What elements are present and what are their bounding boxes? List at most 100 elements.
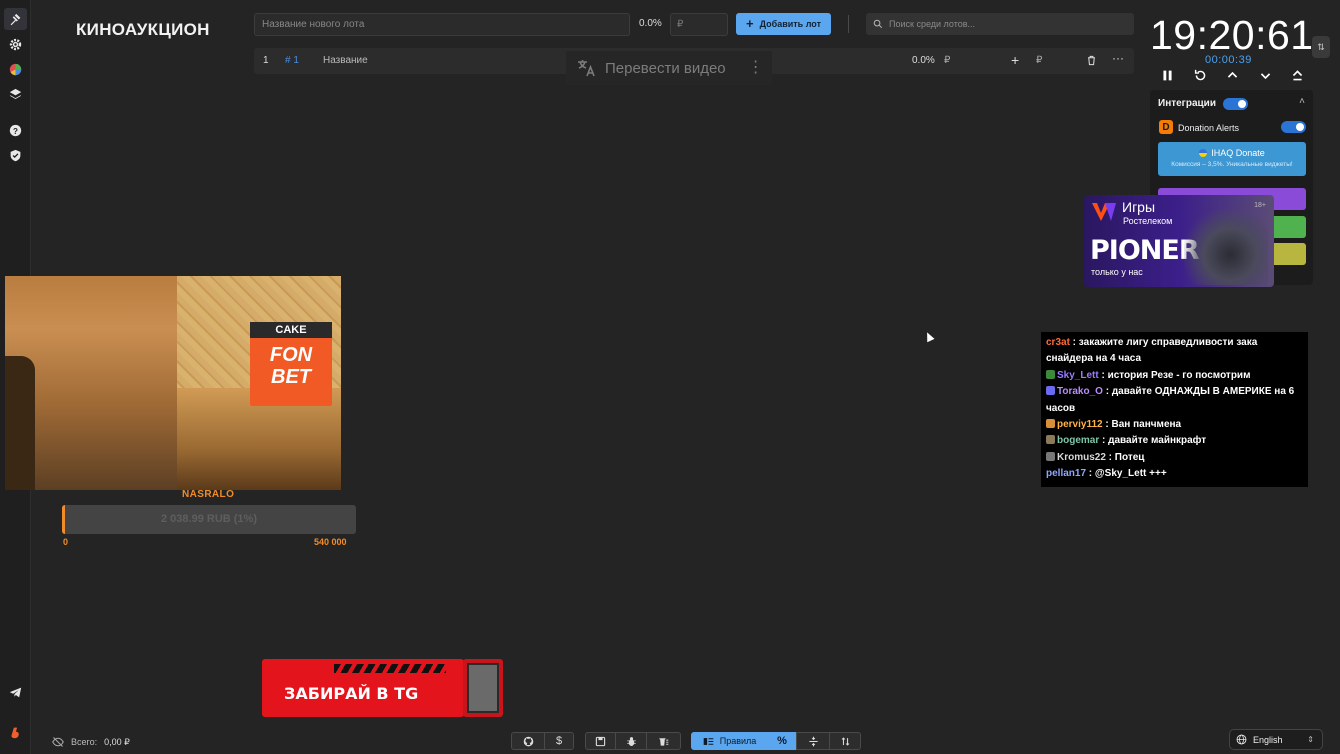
ihaq-donate-subtitle: Комиссия – 3,5%. Уникальные виджеты! [1171,161,1293,168]
chat-text: @Sky_Lett +++ [1094,468,1167,480]
chat-message: perviy112 : Ван панчмена [1046,417,1303,433]
donate-dollar-button[interactable]: $ [544,732,574,750]
chat-message: Kromus22 : Потец [1046,450,1303,466]
chat-message: cr3at : закажите лигу справедливости зак… [1046,337,1258,365]
lot-index: 1 [263,55,269,66]
help-icon[interactable]: ? [4,119,27,141]
telegram-promo-banner[interactable]: ЗАБИРАЙ В TG [262,659,464,717]
ihaq-donate-button[interactable]: IHAQ Donate Комиссия – 3,5%. Уникальные … [1158,142,1306,176]
percent-mode-button[interactable]: % [767,732,797,750]
lot-amount-currency[interactable]: ₽ [944,55,950,66]
rules-label: Правила [719,736,757,746]
percent-icon: % [777,735,787,747]
translate-video-overlay[interactable]: Перевести видео ⋮ [566,51,772,85]
chat-username: cr3at [1046,337,1070,348]
chat-username: Kromus22 [1057,451,1106,463]
lot-percent: 0.0% [912,55,935,66]
new-lot-name-input[interactable]: Название нового лота [254,13,630,36]
ad-game-title: PIONER [1090,235,1200,266]
pause-icon[interactable] [1158,66,1176,84]
globe-icon [1236,734,1247,745]
chat-badge-icon [1046,419,1055,429]
lot-add-plus-icon[interactable]: + [1011,52,1019,68]
reset-icon[interactable] [1191,66,1209,84]
plus-icon: + [746,16,754,31]
integrations-title: Интеграции [1158,98,1216,109]
split-vertical-icon [808,736,818,746]
sort-arrows-icon [841,736,849,746]
language-select[interactable]: English ⇕ [1229,729,1323,750]
add-lot-button[interactable]: + Добавить лот [736,13,831,35]
layers-icon[interactable] [4,83,27,105]
lot-name[interactable]: Название [323,55,368,66]
chat-badge-icon [1046,369,1055,379]
chat-badge-icon [1046,451,1055,461]
swap-timer-button[interactable]: ⇅ [1312,36,1330,58]
chat-text: закажите лигу справедливости зака снайде… [1046,337,1258,365]
rules-list-icon [703,737,714,745]
ad-title: Игры [1122,199,1156,215]
boosty-logo-icon[interactable] [4,721,27,743]
pie-chart-icon[interactable] [4,58,27,80]
chat-username: pellan17 [1046,468,1087,480]
ad-age-rating: 18+ [1254,202,1266,209]
new-lot-price-input[interactable]: ₽ [670,13,728,36]
chat-badge-icon [1046,435,1055,445]
total-value: 0,00 ₽ [104,736,130,747]
collapse-chevron-icon[interactable]: ˄ [1299,96,1305,107]
shield-check-icon[interactable] [4,144,27,166]
eye-slash-icon[interactable] [52,736,64,748]
bug-icon [626,736,636,746]
webcam-feed: CAKE FON BET [5,276,341,490]
donation-alerts-toggle[interactable] [1281,121,1306,133]
settings-gear-icon[interactable] [4,33,27,55]
split-view-button[interactable] [796,732,830,750]
goal-name: NASRALO [182,489,235,500]
goal-progress-text: 2 038.99 RUB (1%) [161,513,257,525]
donation-alerts-logo-icon: D [1159,120,1173,134]
lot-id[interactable]: # 1 [285,55,299,66]
select-arrows-icon: ⇕ [1307,735,1314,744]
chat-overlay: cr3at : закажите лигу справедливости зак… [1041,332,1308,487]
chat-text: Ван панчмена [1111,419,1182,431]
trash-icon[interactable] [1086,55,1097,69]
chat-text: Потец [1114,451,1145,463]
clear-lots-button[interactable] [646,732,681,750]
chevron-down-icon[interactable] [1256,66,1274,84]
sign-top-text: CAKE [250,322,332,338]
fonbet-sign: CAKE FON BET [250,322,332,406]
auction-gavel-icon[interactable] [4,8,27,30]
total-sum: Всего: 0,00 ₽ [52,736,130,748]
goal-max: 540 000 [314,537,347,547]
integrations-toggle[interactable] [1223,98,1248,110]
more-options-icon[interactable]: ··· [1112,51,1124,65]
bug-report-button[interactable] [615,732,647,750]
search-placeholder: Поиск среди лотов... [889,19,976,29]
rostelecom-games-ad[interactable]: Игры Ростелеком 18+ PIONER только у нас [1084,195,1274,287]
webcam-chair [5,356,35,490]
github-button[interactable] [511,732,545,750]
translate-menu-icon[interactable]: ⋮ [748,60,764,76]
save-button[interactable] [585,732,616,750]
total-label: Всего: [71,737,98,747]
mouse-cursor-icon [923,330,935,343]
sort-button[interactable] [829,732,861,750]
dollar-icon: $ [555,735,563,747]
ad-tagline: только у нас [1091,267,1143,277]
lot-search-input[interactable]: Поиск среди лотов... [866,13,1134,35]
ad-soldiers-image [1184,209,1268,285]
chat-text: давайте майнкрафт [1108,435,1207,447]
chat-badge-icon [1046,386,1055,396]
save-icon [595,736,606,746]
promo-qr-code[interactable] [463,659,503,717]
search-icon [873,19,883,29]
chevron-up-icon[interactable] [1223,66,1241,84]
delete-list-icon [659,737,669,746]
lot-add-amount-currency[interactable]: ₽ [1036,55,1042,66]
rules-button[interactable]: Правила [691,732,768,750]
donation-alerts-label: Donation Alerts [1178,123,1240,133]
chat-username: bogemar [1057,435,1100,447]
double-chevron-up-icon[interactable] [1288,66,1306,84]
telegram-icon[interactable] [4,681,27,703]
chat-message: Torako_O : давайте ОДНАЖДЫ В АМЕРИКЕ на … [1046,386,1295,414]
